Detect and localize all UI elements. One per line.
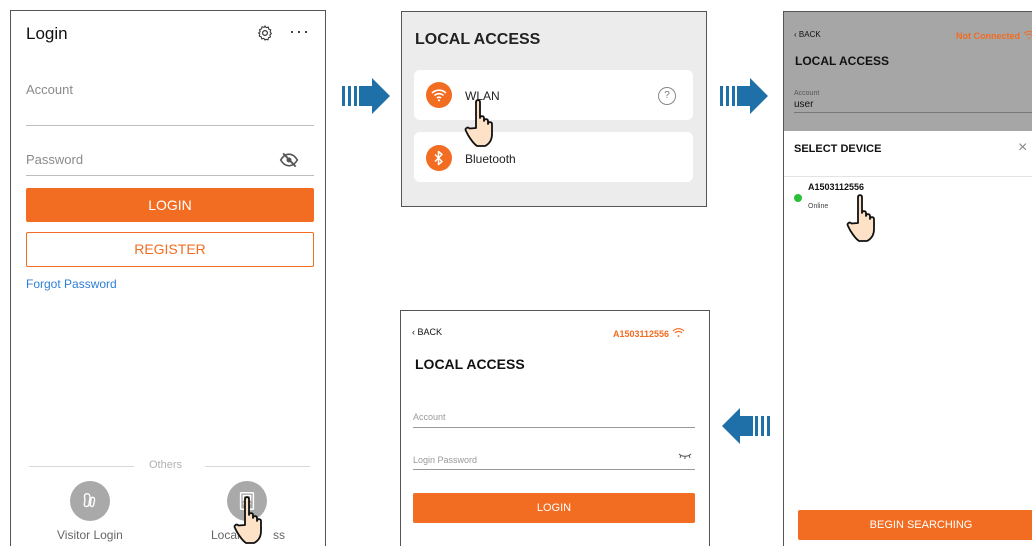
wifi-icon (426, 82, 452, 108)
select-device-screen: ‹ BACK Not Connected LOCAL ACCESS Accoun… (783, 11, 1032, 546)
bluetooth-option[interactable]: Bluetooth (414, 132, 693, 182)
arrow-right-icon (342, 78, 390, 114)
forgot-password-link[interactable]: Forgot Password (26, 277, 117, 291)
footprint-icon (83, 492, 96, 508)
sheet-title: SELECT DEVICE (794, 143, 882, 155)
register-button[interactable]: REGISTER (26, 232, 314, 267)
page-title: LOCAL ACCESS (795, 54, 890, 68)
visitor-login-button[interactable] (70, 481, 110, 521)
eye-closed-icon[interactable] (678, 452, 692, 460)
visitor-login-label: Visitor Login (57, 528, 123, 542)
account-input[interactable]: Account (413, 412, 446, 422)
local-login-screen: ‹ BACK A1503112556 LOCAL ACCESS Account … (400, 310, 710, 546)
page-title: LOCAL ACCESS (415, 31, 541, 48)
arrow-right-icon (720, 78, 768, 114)
wifi-icon (1023, 31, 1032, 40)
wifi-icon (672, 328, 684, 337)
back-button[interactable]: ‹ BACK (794, 30, 821, 39)
login-button[interactable]: LOGIN (413, 493, 695, 523)
close-icon[interactable]: × (1018, 139, 1027, 157)
back-button[interactable]: ‹ BACK (412, 327, 442, 337)
hand-pointer-icon (233, 496, 262, 544)
divider (784, 176, 1032, 177)
account-underline (413, 427, 695, 428)
account-underline (26, 125, 314, 126)
login-screen: Login ··· Account Password LOGIN REGISTE… (10, 10, 326, 546)
account-input[interactable]: Account (26, 82, 73, 97)
connected-device: A1503112556 (613, 327, 685, 339)
bluetooth-label: Bluetooth (465, 152, 516, 166)
local-access-screen: LOCAL ACCESS WLAN ? Bluetooth (401, 11, 707, 207)
gear-icon[interactable] (256, 24, 274, 42)
online-status-dot (794, 194, 802, 202)
bluetooth-icon (426, 145, 452, 171)
page-title: LOCAL ACCESS (415, 356, 525, 372)
divider-right (205, 466, 310, 467)
wlan-option[interactable]: WLAN (414, 70, 693, 120)
others-label: Others (149, 459, 183, 471)
select-device-sheet (784, 131, 1032, 546)
divider-left (29, 466, 134, 467)
account-underline (794, 112, 1032, 113)
account-label: Account (794, 90, 820, 97)
password-underline (26, 175, 314, 176)
hand-pointer-icon (464, 99, 493, 147)
hand-pointer-icon (846, 194, 875, 242)
arrow-left-icon (722, 408, 770, 444)
more-icon[interactable]: ··· (289, 21, 310, 42)
device-item[interactable]: A1503112556 (808, 182, 864, 192)
device-status: Online (808, 203, 829, 210)
password-input[interactable]: Password (26, 152, 83, 167)
help-icon[interactable]: ? (658, 87, 676, 105)
login-button[interactable]: LOGIN (26, 188, 314, 222)
password-underline (413, 469, 695, 470)
login-password-input[interactable]: Login Password (413, 455, 477, 465)
connection-status: Not Connected (956, 30, 1032, 41)
begin-searching-button[interactable]: BEGIN SEARCHING (798, 510, 1032, 540)
eye-slash-icon[interactable] (279, 152, 299, 168)
page-title: Login (26, 24, 68, 43)
local-access-label-tail: ss (273, 528, 285, 542)
account-value: user (794, 99, 814, 110)
